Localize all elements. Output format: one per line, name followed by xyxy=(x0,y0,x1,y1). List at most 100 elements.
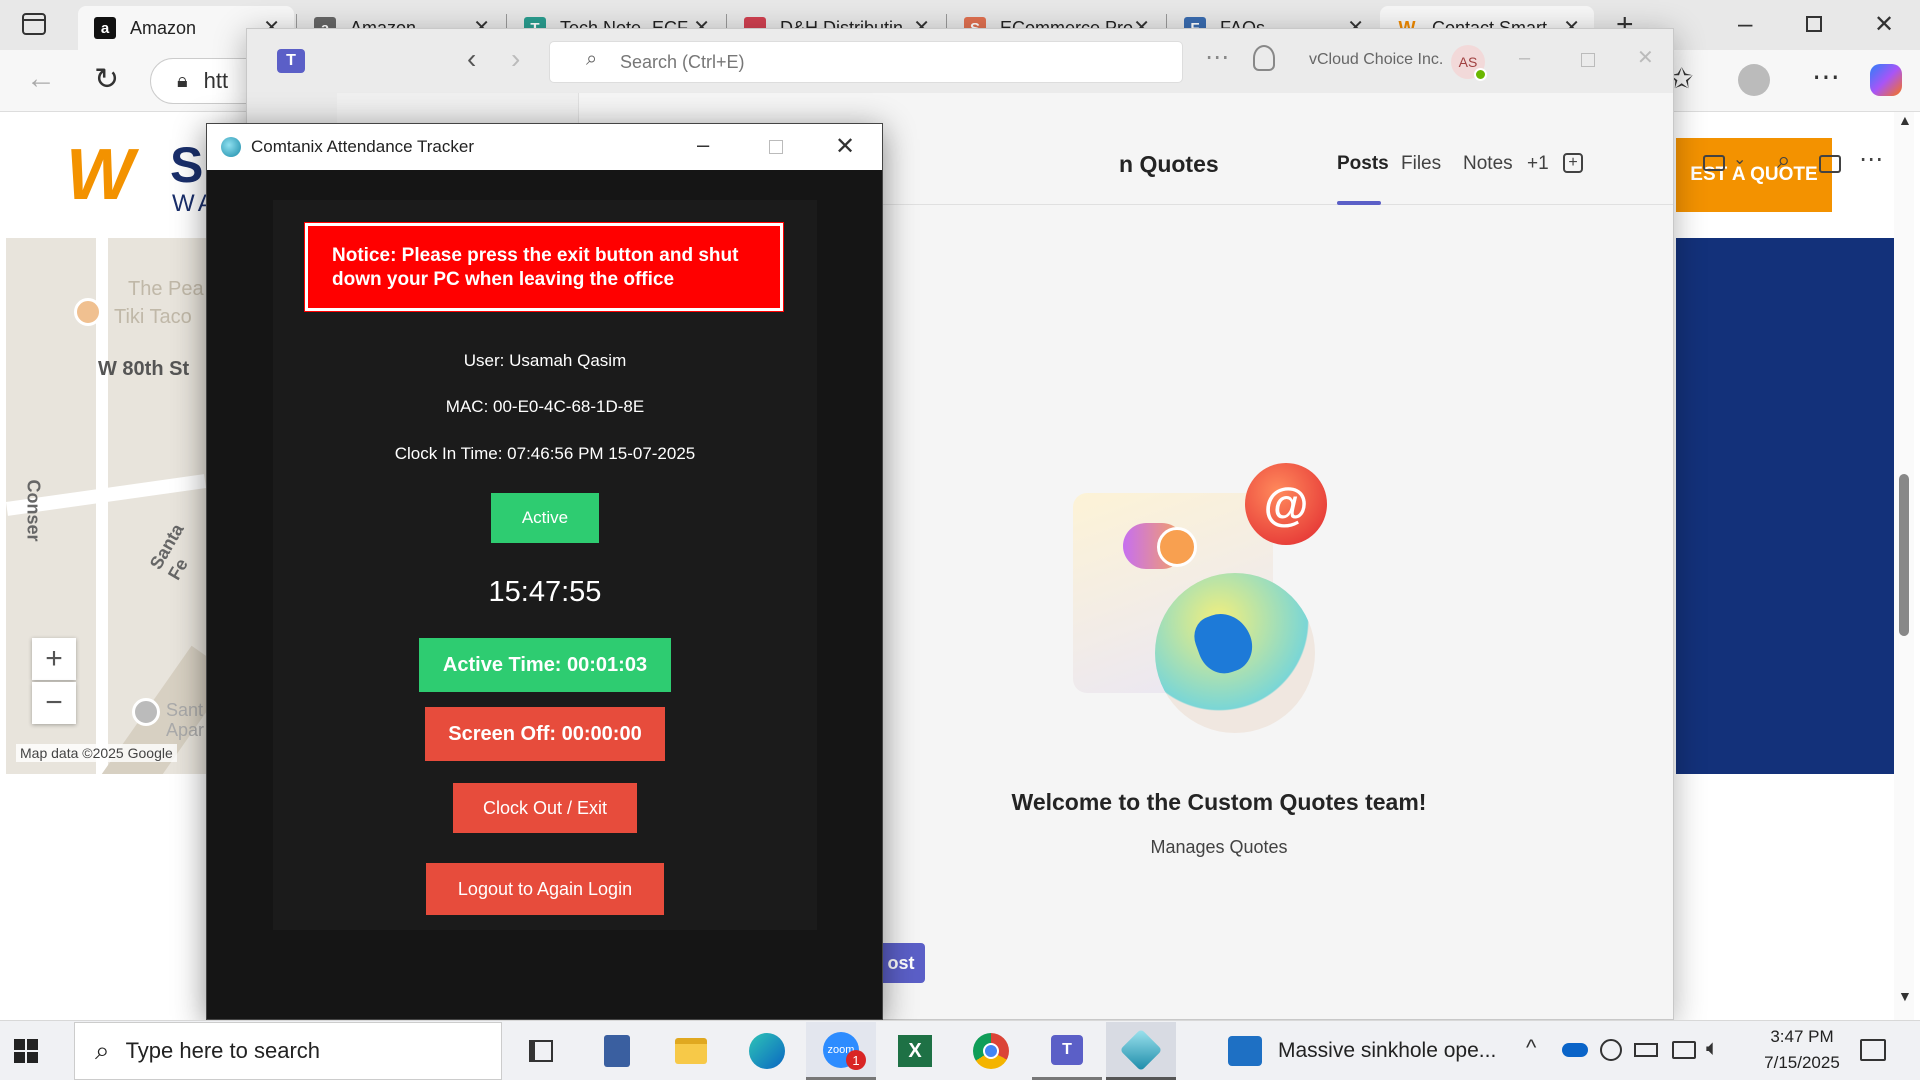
tab-notes[interactable]: Notes xyxy=(1463,153,1513,175)
teams-maximize-button[interactable] xyxy=(1581,53,1595,67)
calculator-icon[interactable] xyxy=(582,1022,652,1080)
teams-close-button[interactable]: ✕ xyxy=(1637,45,1654,70)
clock-display: 15:47:55 xyxy=(488,576,602,608)
status-badge: Active xyxy=(491,493,599,543)
tracker-close-button[interactable]: ✕ xyxy=(835,132,855,161)
taskbar-search-placeholder: Type here to search xyxy=(125,1038,321,1063)
hero-banner xyxy=(1676,238,1896,774)
teams-more-icon[interactable]: ⋯ xyxy=(1205,43,1229,72)
tab-files[interactable]: Files xyxy=(1401,153,1441,175)
user-label: User: Usamah Qasim xyxy=(463,351,627,370)
tracker-window-title: Comtanix Attendance Tracker xyxy=(251,137,475,156)
notifications-icon[interactable] xyxy=(1860,1039,1886,1061)
forward-nav-icon[interactable]: › xyxy=(511,43,520,75)
teams-search-input[interactable]: ⌕ Search (Ctrl+E) xyxy=(549,41,1183,83)
windows-taskbar: ⌕ Type here to search zoom 1 X T Massive… xyxy=(0,1020,1920,1080)
at-mention-icon: @ xyxy=(1245,463,1327,545)
news-widget[interactable]: Massive sinkhole ope... xyxy=(1228,1022,1498,1080)
profile-icon[interactable] xyxy=(1738,64,1770,96)
taskbar-search-input[interactable]: ⌕ Type here to search xyxy=(74,1022,502,1080)
map[interactable]: The Pea Tiki Taco W 80th St Conser Santa… xyxy=(6,238,206,774)
logout-button[interactable]: Logout to Again Login xyxy=(426,863,664,915)
notice-banner: Notice: Please press the exit button and… xyxy=(304,222,784,312)
tab-title: Amazon xyxy=(130,17,197,38)
back-arrow-icon[interactable]: ← xyxy=(26,62,56,96)
address-text: htt xyxy=(203,68,229,93)
teams-taskbar-icon[interactable]: T xyxy=(1032,1022,1102,1080)
team-title: n Quotes xyxy=(1119,151,1219,177)
tab-more[interactable]: +1 xyxy=(1527,153,1549,175)
refresh-icon[interactable]: ↻ xyxy=(94,62,119,97)
map-label: Tiki Taco xyxy=(114,306,192,328)
edge-icon[interactable] xyxy=(732,1022,802,1080)
onedrive-icon[interactable] xyxy=(1562,1043,1588,1057)
video-call-icon[interactable] xyxy=(1703,155,1725,171)
restaurant-pin-icon[interactable] xyxy=(74,298,102,326)
page-scrollbar[interactable]: ▲ ▼ xyxy=(1894,112,1914,1020)
welcome-illustration: @ xyxy=(1073,463,1333,733)
attendance-tracker-taskbar-icon[interactable] xyxy=(1106,1022,1176,1080)
restore-window-button[interactable] xyxy=(1806,16,1822,32)
new-post-button[interactable]: ost xyxy=(877,943,925,983)
minimize-window-button[interactable]: – xyxy=(1738,8,1752,39)
search-channel-icon[interactable]: ⌕ xyxy=(1777,147,1790,175)
welcome-subtitle: Manages Quotes xyxy=(1150,837,1288,857)
map-zoom-in-button[interactable]: + xyxy=(32,638,76,680)
site-logo[interactable]: W xyxy=(66,139,166,211)
tracker-title-bar: Comtanix Attendance Tracker – ✕ xyxy=(207,124,882,170)
tab-posts[interactable]: Posts xyxy=(1337,153,1389,175)
news-icon xyxy=(1228,1036,1262,1066)
clock-out-button[interactable]: Clock Out / Exit xyxy=(453,783,637,833)
tracker-maximize-button[interactable] xyxy=(769,140,783,154)
avatar-initials: AS xyxy=(1458,54,1478,70)
tracker-minimize-button[interactable]: – xyxy=(697,132,709,158)
map-label: Conser xyxy=(23,479,44,542)
zoom-icon[interactable]: zoom 1 xyxy=(806,1022,876,1080)
add-tab-icon[interactable]: + xyxy=(1563,153,1583,173)
clock-date[interactable]: 7/15/2025 xyxy=(1740,1053,1864,1073)
back-nav-icon[interactable]: ‹ xyxy=(467,43,476,75)
map-label: The Pea xyxy=(128,278,204,300)
task-view-icon[interactable] xyxy=(506,1022,576,1080)
map-zoom-out-button[interactable]: − xyxy=(32,682,76,724)
mac-label: MAC: 00-E0-4C-68-1D-8E xyxy=(445,397,645,416)
chevron-down-icon[interactable]: ⌄ xyxy=(1733,149,1746,169)
org-name: vCloud Choice Inc. xyxy=(1309,51,1444,68)
search-icon: ⌕ xyxy=(95,1035,110,1065)
notification-badge: 1 xyxy=(846,1050,866,1070)
map-label: Santa Fe xyxy=(145,520,192,584)
more-menu-icon[interactable]: ⋯ xyxy=(1812,60,1840,93)
battery-icon[interactable] xyxy=(1634,1043,1658,1057)
people-icon[interactable] xyxy=(1253,45,1275,71)
tab-posts-underline xyxy=(1337,201,1381,205)
search-icon: ⌕ xyxy=(586,48,598,70)
network-icon[interactable] xyxy=(1672,1041,1696,1059)
show-hidden-icons[interactable]: ^ xyxy=(1526,1035,1536,1061)
side-panel-icon[interactable] xyxy=(1819,155,1841,173)
start-button[interactable] xyxy=(14,1039,38,1063)
news-text: Massive sinkhole ope... xyxy=(1278,1039,1497,1062)
lock-icon: 🔒︎ xyxy=(177,69,188,92)
map-pin-icon[interactable] xyxy=(132,698,160,726)
security-icon[interactable] xyxy=(1600,1039,1622,1061)
search-placeholder: Search (Ctrl+E) xyxy=(620,51,745,72)
excel-icon[interactable]: X xyxy=(880,1022,950,1080)
teams-minimize-button[interactable]: – xyxy=(1519,47,1530,70)
channel-more-icon[interactable]: ⋯ xyxy=(1859,145,1883,174)
chrome-icon[interactable] xyxy=(956,1022,1026,1080)
avatar[interactable]: AS xyxy=(1451,45,1487,81)
close-window-button[interactable]: ✕ xyxy=(1874,10,1894,39)
available-status-icon xyxy=(1474,68,1487,81)
volume-icon[interactable]: 🔈︎ xyxy=(1706,1035,1719,1061)
teams-logo-icon: T xyxy=(277,49,305,73)
request-quote-button[interactable]: EST A QUOTE xyxy=(1676,138,1832,212)
welcome-title: Welcome to the Custom Quotes team! xyxy=(1011,789,1427,815)
site-logo-text: S xyxy=(170,137,204,193)
map-label: Apar xyxy=(166,720,205,740)
tracker-app-icon xyxy=(221,137,241,157)
amazon-icon: a xyxy=(94,17,116,39)
file-explorer-icon[interactable] xyxy=(656,1022,726,1080)
clock-time[interactable]: 3:47 PM xyxy=(1740,1027,1864,1047)
tab-actions-icon[interactable] xyxy=(22,13,46,35)
copilot-icon[interactable] xyxy=(1870,64,1902,96)
